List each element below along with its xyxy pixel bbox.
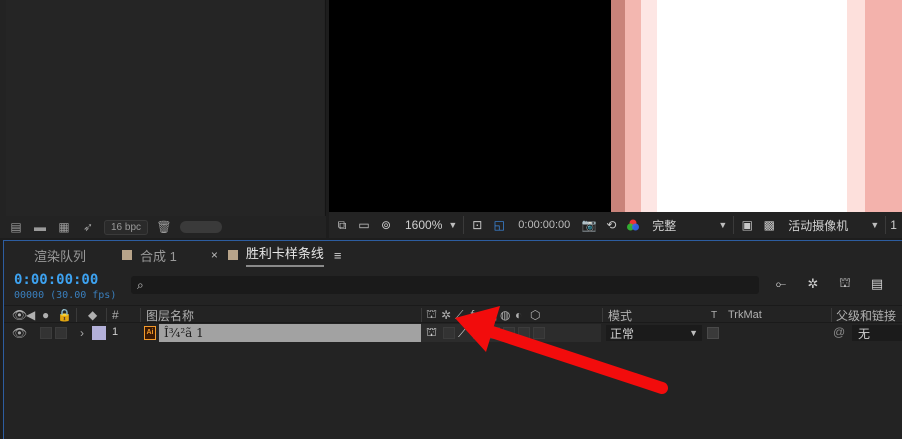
- timeline-tools: ⟜ ✲ ⛫ ▤: [772, 275, 886, 293]
- current-time[interactable]: 0:00:00:00: [14, 272, 116, 288]
- shy-switch-icon[interactable]: ⛫: [426, 325, 437, 341]
- timeline-column-header: 👁 ◀ ● 🔒 ◆ # 图层名称 ⛫ ✲ ⟋ fx ▣ ◍ ◐ ⬡ 模式 T T…: [4, 305, 902, 323]
- column-t: T: [711, 309, 718, 321]
- fit-frame-icon[interactable]: ⊡: [468, 216, 486, 234]
- chevron-down-icon: ▼: [870, 220, 880, 230]
- views-select[interactable]: 1: [890, 218, 897, 232]
- quality-switch-icon[interactable]: ⟋: [458, 325, 466, 341]
- close-icon[interactable]: ×: [211, 248, 218, 262]
- parent-select[interactable]: 无: [852, 325, 902, 341]
- brush-icon[interactable]: ➶: [80, 220, 96, 234]
- 3d-layer-icon[interactable]: ⬡: [530, 307, 540, 323]
- eye-icon[interactable]: 👁: [12, 307, 27, 323]
- trash-icon[interactable]: 🗑: [156, 220, 172, 234]
- tab-composition-1[interactable]: 合成 1: [98, 241, 189, 269]
- timeline-panel: 渲染队列 合成 1 × 胜利卡样条线 ≡ 0:00:00:00 00000 (3…: [3, 240, 902, 439]
- column-mode: 模式: [608, 308, 633, 323]
- chevron-down-icon: ▼: [448, 220, 458, 230]
- comp-flowchart-icon[interactable]: ⟜: [772, 275, 790, 293]
- adjustment-switch[interactable]: [518, 327, 530, 339]
- composition-swatch: [227, 250, 238, 260]
- frame-blend-switch[interactable]: [488, 327, 500, 339]
- column-parent: 父级和链接: [836, 308, 897, 323]
- lock-icon[interactable]: 🔒: [57, 307, 72, 323]
- label-tag-icon[interactable]: ◆: [88, 307, 97, 323]
- track-matte-toggle[interactable]: [707, 327, 719, 339]
- frame-blending-icon[interactable]: ▤: [868, 275, 886, 293]
- monitor-icon[interactable]: ▭: [355, 216, 373, 234]
- resolution-select[interactable]: 完整 ▼: [646, 216, 735, 234]
- rgb-channels-icon[interactable]: [624, 216, 642, 234]
- new-folder-icon[interactable]: ▬: [32, 220, 48, 234]
- column-layer-name[interactable]: 图层名称: [146, 307, 194, 323]
- column-trkmat: TrkMat: [728, 309, 762, 321]
- project-item-list[interactable]: [6, 0, 324, 216]
- new-composition-icon[interactable]: ▦: [56, 220, 72, 234]
- layer-name[interactable]: Î¾²ã 1: [164, 326, 204, 340]
- snapshot-camera-icon[interactable]: 📷: [580, 216, 598, 234]
- motion-blur-switch[interactable]: [503, 327, 515, 339]
- mask-visibility-icon[interactable]: ⊚: [377, 216, 395, 234]
- quality-icon[interactable]: ⟋: [455, 307, 463, 323]
- solo-toggle[interactable]: [55, 327, 67, 339]
- frame-rate-info: 00000 (30.00 fps): [14, 290, 117, 301]
- fx-switch[interactable]: [473, 327, 485, 339]
- project-panel: ▤ ▬ ▦ ➶ 16 bpc 🗑: [0, 0, 326, 238]
- viewer-artwork: [611, 0, 902, 212]
- project-footer: ▤ ▬ ▦ ➶ 16 bpc 🗑: [0, 216, 326, 238]
- composition-viewer[interactable]: [329, 0, 902, 212]
- thumbnail-size-slider[interactable]: [180, 221, 223, 233]
- blend-mode-select[interactable]: 正常 ▼: [606, 325, 702, 341]
- viewer-timecode[interactable]: 0:00:00:00: [512, 219, 576, 231]
- tab-victory-card-spline[interactable]: × 胜利卡样条线 ≡: [189, 241, 354, 269]
- zoom-select[interactable]: 1600% ▼: [399, 216, 465, 234]
- panel-menu-icon[interactable]: ≡: [334, 248, 342, 263]
- composition-swatch: [122, 250, 133, 260]
- viewer-toolbar: ⧉ ▭ ⊚ 1600% ▼ ⊡ ◱ 0:00:00:00 📷 ⟲ 完整 ▼ ▣ …: [329, 212, 902, 238]
- expand-chevron-icon[interactable]: ›: [80, 325, 84, 341]
- chevron-down-icon: ▼: [718, 220, 728, 230]
- collapse-switch[interactable]: [443, 327, 455, 339]
- adjustment-layer-icon[interactable]: ◐: [515, 307, 522, 323]
- shy-icon[interactable]: ⛫: [426, 307, 437, 323]
- layer-label-color[interactable]: [92, 326, 106, 340]
- search-icon: ⌕: [137, 277, 144, 292]
- collapse-icon[interactable]: ✲: [441, 307, 451, 323]
- show-snapshot-icon[interactable]: ⟲: [602, 216, 620, 234]
- timeline-tab-bar: 渲染队列 合成 1 × 胜利卡样条线 ≡: [4, 241, 902, 269]
- eye-icon[interactable]: 👁: [12, 325, 27, 341]
- current-time-display[interactable]: 0:00:00:00 00000 (30.00 fps): [14, 272, 116, 301]
- region-of-interest-icon[interactable]: ◱: [490, 216, 508, 234]
- shy-layers-icon[interactable]: ⛫: [836, 275, 854, 293]
- layer-row[interactable]: 👁 › 1 Ai Î¾²ã 1 ⛫ ⟋ 正常 ▼ @ 无: [4, 324, 902, 342]
- illustrator-file-icon: Ai: [144, 326, 156, 340]
- camera-select[interactable]: 活动摄像机 ▼: [782, 216, 887, 234]
- audio-icon[interactable]: ◀: [26, 307, 35, 323]
- interpret-footage-icon[interactable]: ▤: [8, 220, 24, 234]
- chevron-down-icon: ▼: [689, 328, 698, 338]
- draft-3d-icon[interactable]: ✲: [804, 275, 822, 293]
- audio-toggle[interactable]: [40, 327, 52, 339]
- motion-blur-icon[interactable]: ◍: [500, 307, 510, 323]
- always-preview-icon[interactable]: ⧉: [333, 216, 351, 234]
- column-number: #: [112, 308, 119, 322]
- fx-icon[interactable]: fx: [470, 307, 479, 323]
- 3d-switch[interactable]: [533, 327, 545, 339]
- solo-icon[interactable]: ●: [42, 307, 49, 323]
- layer-search-input[interactable]: ⌕: [131, 276, 759, 294]
- fast-preview-icon[interactable]: ▣: [738, 216, 756, 234]
- layer-number: 1: [112, 326, 119, 338]
- parent-pickwhip-icon[interactable]: @: [833, 325, 845, 339]
- frame-blend-icon[interactable]: ▣: [486, 307, 497, 323]
- transparency-grid-icon[interactable]: ▩: [760, 216, 778, 234]
- layer-switches: ⛫ ⟋: [421, 324, 601, 342]
- color-depth-button[interactable]: 16 bpc: [104, 219, 149, 235]
- tab-render-queue[interactable]: 渲染队列: [4, 241, 98, 269]
